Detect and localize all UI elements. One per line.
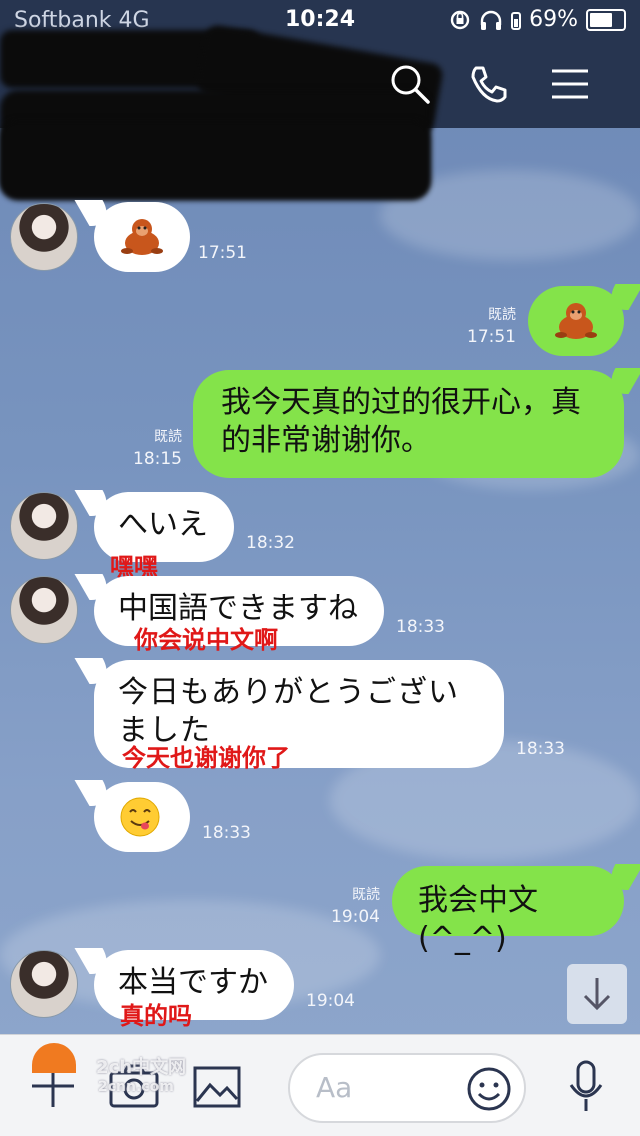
message-text: 我今天真的过的很开心，真的非常谢谢你。 <box>221 385 581 458</box>
orangutan-sticker-icon <box>555 303 597 339</box>
message-bubble-received[interactable] <box>94 782 190 852</box>
message-time: 19:04 <box>331 907 380 927</box>
message-time: 18:33 <box>396 617 445 637</box>
chat-header: Softbank 4G 10:24 69% <box>0 0 640 198</box>
microphone-icon[interactable] <box>566 1059 606 1115</box>
avatar[interactable] <box>10 576 78 644</box>
read-receipt: 既読 <box>352 887 380 903</box>
message-bubble-sent[interactable]: 我今天真的过的很开心，真的非常谢谢你。 <box>193 370 624 478</box>
message-bubble-received[interactable] <box>94 202 190 272</box>
translation-annotation: 真的吗 <box>120 1002 192 1030</box>
battery-icon <box>586 8 626 31</box>
message-text: へいえ <box>118 507 208 542</box>
message-meta: 既読 18:15 <box>118 426 182 470</box>
input-bar: Aa 2ch中文网 2cnn.com <box>0 1034 640 1136</box>
scroll-to-bottom-button[interactable] <box>567 964 627 1024</box>
avatar[interactable] <box>10 203 78 271</box>
emoji-icon[interactable] <box>466 1066 512 1112</box>
status-right: 69% <box>449 7 626 32</box>
watermark-text: 2cnn.com <box>98 1079 174 1095</box>
message-text: 本当ですか <box>118 965 268 1000</box>
headphones-icon <box>480 10 502 30</box>
avatar[interactable] <box>10 492 78 560</box>
input-placeholder: Aa <box>316 1071 353 1104</box>
read-receipt: 既読 <box>488 307 516 323</box>
message-text: 我会中文(^_^) <box>418 883 538 956</box>
orangutan-sticker-icon <box>121 219 163 255</box>
message-time: 18:33 <box>516 739 565 759</box>
message-bubble-sent[interactable]: 我会中文(^_^) <box>392 866 624 956</box>
message-bubble-sent[interactable] <box>528 286 624 356</box>
translation-annotation: 今天也谢谢你了 <box>122 744 290 772</box>
image-icon[interactable] <box>192 1065 242 1109</box>
chat-screen: Softbank 4G 10:24 69% 17:51 既読 17:51 我今天… <box>0 0 640 1136</box>
battery-percent: 69% <box>529 7 578 32</box>
message-time: 18:33 <box>202 823 251 843</box>
message-time: 18:15 <box>133 449 182 469</box>
avatar[interactable] <box>10 950 78 1018</box>
phone-icon[interactable] <box>466 62 510 106</box>
message-meta: 既読 17:51 <box>452 304 516 348</box>
search-icon[interactable] <box>388 62 432 106</box>
watermark-text: 2ch中文网 <box>96 1057 187 1078</box>
battery-small-icon <box>511 11 522 30</box>
message-meta: 既読 19:04 <box>316 884 380 928</box>
translation-annotation: 你会说中文啊 <box>134 626 278 654</box>
arrow-down-icon <box>583 978 611 1011</box>
read-receipt: 既読 <box>154 429 182 445</box>
redaction-block <box>0 120 430 200</box>
message-time: 17:51 <box>467 327 516 347</box>
message-time: 19:04 <box>306 991 355 1011</box>
message-input[interactable]: Aa <box>288 1053 526 1123</box>
rotation-lock-icon <box>450 10 470 29</box>
menu-icon[interactable] <box>550 62 590 106</box>
message-time: 17:51 <box>198 243 247 263</box>
yum-emoji-icon <box>120 797 160 837</box>
watermark-logo-icon <box>32 1043 76 1073</box>
message-time: 18:32 <box>246 533 295 553</box>
